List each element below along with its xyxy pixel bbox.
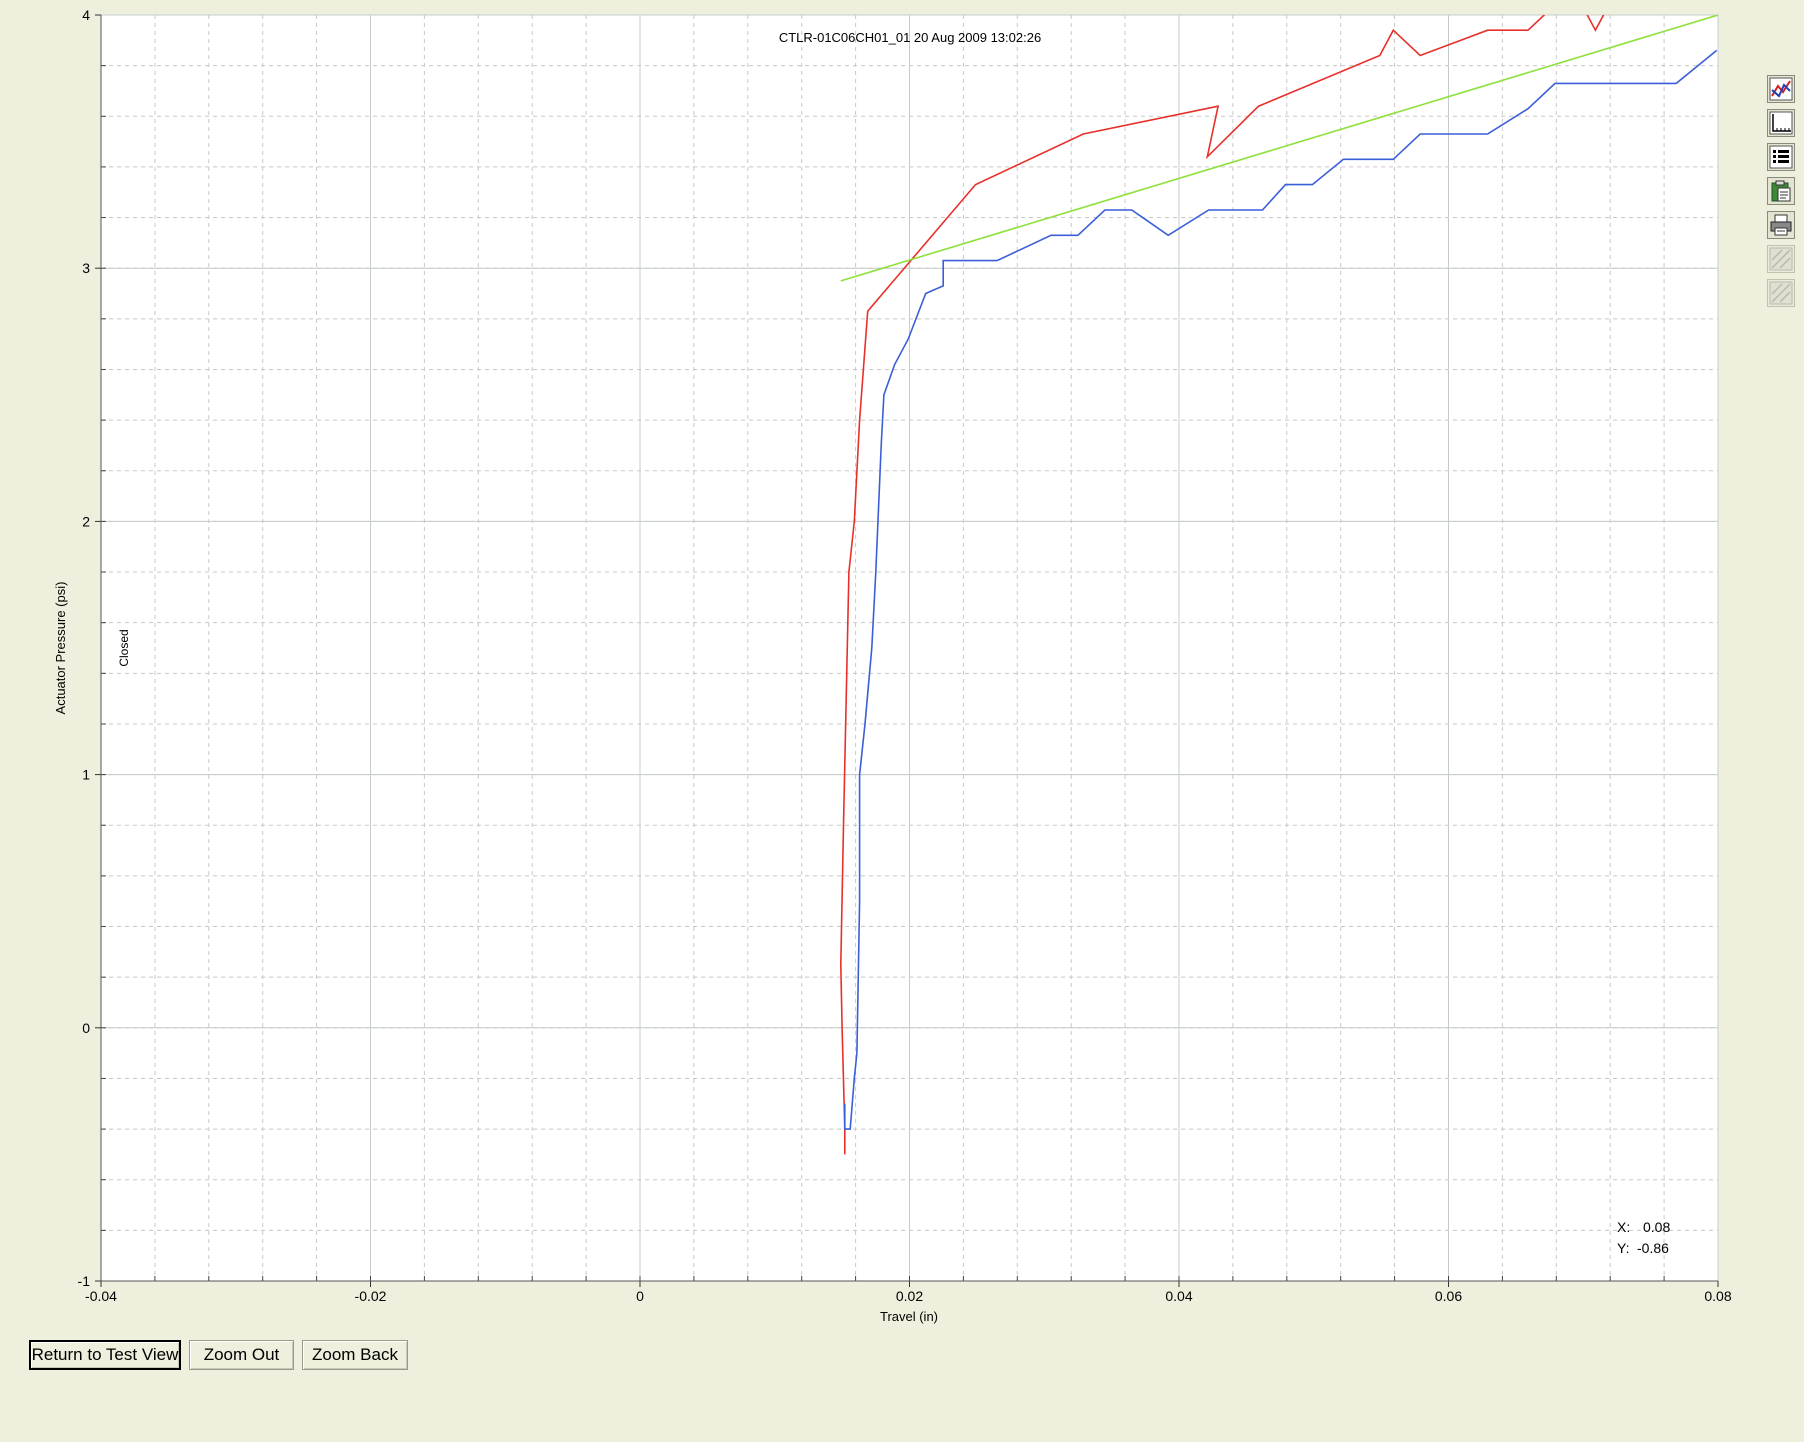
x-tick-label: 0.08 bbox=[1704, 1288, 1731, 1304]
graph-lines-icon bbox=[1769, 77, 1793, 101]
y-tick-label: 0 bbox=[82, 1020, 90, 1036]
zoom-out-button[interactable]: Zoom Out bbox=[189, 1340, 294, 1370]
chart: -0.04 -0.02 0 0.02 0.04 0.06 0.08 -1 0 1 2 3 4 CTLR-… bbox=[53, 7, 1732, 1324]
graph-lines-tool[interactable] bbox=[1767, 75, 1795, 103]
readout-x-label: X: bbox=[1617, 1219, 1630, 1235]
list-tool[interactable] bbox=[1767, 143, 1795, 171]
clipboard-icon bbox=[1769, 179, 1793, 203]
readout-x-value: 0.08 bbox=[1643, 1219, 1670, 1235]
sh-tool[interactable] bbox=[1767, 279, 1795, 307]
return-to-test-view-button[interactable]: Return to Test View bbox=[29, 1340, 181, 1370]
y-tick-label: 3 bbox=[82, 260, 90, 276]
axes-icon bbox=[1769, 111, 1793, 135]
y-axis-title: Actuator Pressure (psi) bbox=[53, 582, 68, 715]
x-tick-label: -0.04 bbox=[85, 1288, 117, 1304]
x-axis-title: Travel (in) bbox=[880, 1309, 938, 1324]
sh-icon bbox=[1769, 281, 1793, 305]
x-tick-label: 0 bbox=[636, 1288, 644, 1304]
closed-label: Closed bbox=[117, 629, 131, 666]
printer-icon bbox=[1769, 213, 1793, 237]
x-tick-label: 0.02 bbox=[896, 1288, 923, 1304]
readout-y-value: -0.86 bbox=[1637, 1240, 1669, 1256]
y-tick-label: 1 bbox=[82, 767, 90, 783]
y-tick-label: -1 bbox=[78, 1273, 91, 1289]
readout-y-label: Y: bbox=[1617, 1240, 1629, 1256]
axes-tool[interactable] bbox=[1767, 109, 1795, 137]
chart-title: CTLR-01C06CH01_01 20 Aug 2009 13:02:26 bbox=[779, 30, 1041, 45]
y-tick-label: 4 bbox=[82, 7, 90, 23]
x-tick-label: 0.04 bbox=[1165, 1288, 1192, 1304]
x-tick-label: 0.06 bbox=[1435, 1288, 1462, 1304]
print-tool[interactable] bbox=[1767, 211, 1795, 239]
y-tick-label: 2 bbox=[82, 513, 90, 529]
x-tick-label: -0.02 bbox=[355, 1288, 387, 1304]
hatch-tool[interactable] bbox=[1767, 245, 1795, 273]
hatch-icon bbox=[1769, 247, 1793, 271]
zoom-back-button[interactable]: Zoom Back bbox=[302, 1340, 408, 1370]
list-icon bbox=[1769, 145, 1793, 169]
clipboard-tool[interactable] bbox=[1767, 177, 1795, 205]
